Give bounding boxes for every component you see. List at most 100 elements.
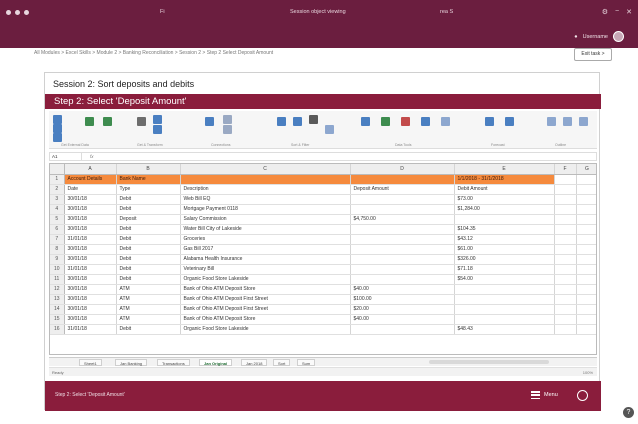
formula-bar[interactable]: A1 fx <box>49 152 597 161</box>
column-header[interactable]: B <box>116 164 181 175</box>
cell[interactable]: 30/01/18 <box>64 254 117 265</box>
sheet-tab[interactable]: Jan Banking <box>115 359 148 366</box>
cell[interactable] <box>576 234 596 245</box>
cell[interactable]: 30/01/18 <box>64 304 117 315</box>
cell[interactable]: Water Bill City of Lakeside <box>180 224 351 235</box>
cell[interactable] <box>554 204 577 215</box>
cell[interactable]: ATM <box>116 304 181 315</box>
row-number[interactable]: 8 <box>50 244 65 255</box>
cell[interactable]: $40.00 <box>350 314 455 325</box>
row-number[interactable]: 9 <box>50 254 65 265</box>
other-sources-icon[interactable] <box>85 117 94 126</box>
cell[interactable]: Description <box>180 184 351 195</box>
cell[interactable]: Bank of Ohio ATM Deposit First Street <box>180 304 351 315</box>
cell[interactable]: $43.12 <box>454 234 555 245</box>
column-header[interactable]: A <box>64 164 117 175</box>
cell[interactable] <box>576 264 596 275</box>
cell[interactable] <box>350 244 455 255</box>
row-number[interactable]: 13 <box>50 294 65 305</box>
cell[interactable]: $326.00 <box>454 254 555 265</box>
cell[interactable]: Veterinary Bill <box>180 264 351 275</box>
cell[interactable]: Bank of Ohio ATM Deposit Store <box>180 314 351 325</box>
cell[interactable]: Groceries <box>180 234 351 245</box>
avatar[interactable] <box>613 31 624 42</box>
cell[interactable] <box>576 224 596 235</box>
cell[interactable] <box>554 284 577 295</box>
cell[interactable]: $73.00 <box>454 194 555 205</box>
cell[interactable]: $100.00 <box>350 294 455 305</box>
cell[interactable]: ATM <box>116 314 181 325</box>
forecast-sheet-icon[interactable] <box>505 117 514 126</box>
help-button[interactable]: ? <box>623 407 634 418</box>
cell[interactable]: $1,284.00 <box>454 204 555 215</box>
cell[interactable] <box>350 234 455 245</box>
cell[interactable] <box>350 174 455 185</box>
column-header[interactable]: E <box>454 164 555 175</box>
cell[interactable]: 30/01/18 <box>64 244 117 255</box>
cell[interactable]: Debit Amount <box>454 184 555 195</box>
cell[interactable] <box>554 224 577 235</box>
cell[interactable] <box>554 194 577 205</box>
settings-gear-icon[interactable] <box>577 390 588 401</box>
cell[interactable] <box>350 254 455 265</box>
existing-connections-icon[interactable] <box>103 117 112 126</box>
minimize-icon[interactable]: − <box>615 8 619 16</box>
row-number[interactable]: 14 <box>50 304 65 315</box>
row-number[interactable]: 12 <box>50 284 65 295</box>
cell[interactable] <box>180 174 351 185</box>
cell[interactable]: ATM <box>116 284 181 295</box>
sheet-tab[interactable]: Jan 2018 <box>241 359 268 366</box>
settings-icon[interactable]: ⚙ <box>602 8 608 16</box>
cell[interactable] <box>350 204 455 215</box>
cell[interactable] <box>576 204 596 215</box>
cell[interactable]: Account Details <box>64 174 117 185</box>
cell[interactable]: Gas Bill 2017 <box>180 244 351 255</box>
cell[interactable]: Date <box>64 184 117 195</box>
close-window-icon[interactable] <box>6 10 11 15</box>
column-header[interactable]: G <box>576 164 596 175</box>
cell[interactable]: Deposit <box>116 214 181 225</box>
zoom-level[interactable]: 100% <box>583 370 593 375</box>
data-validation-icon[interactable] <box>421 117 430 126</box>
minimize-window-icon[interactable] <box>15 10 20 15</box>
cell[interactable] <box>554 304 577 315</box>
select-all-corner[interactable] <box>50 164 65 175</box>
row-number[interactable]: 10 <box>50 264 65 275</box>
from-table-icon[interactable] <box>153 125 162 134</box>
user-menu[interactable]: ● Username <box>574 31 624 42</box>
cell[interactable]: $104.35 <box>454 224 555 235</box>
from-text-icon[interactable] <box>53 133 62 142</box>
sheet-tab[interactable]: Sort <box>273 359 291 366</box>
cell[interactable] <box>576 314 596 325</box>
cell[interactable] <box>554 234 577 245</box>
exit-task-button[interactable]: Exit task > <box>574 48 612 61</box>
sheet-tab[interactable]: Transactions <box>157 359 190 366</box>
connections-icon[interactable] <box>223 115 232 124</box>
text-to-columns-icon[interactable] <box>361 117 370 126</box>
cell[interactable] <box>554 254 577 265</box>
cell[interactable]: Mortgage Payment 0118 <box>180 204 351 215</box>
cell[interactable]: 31/01/18 <box>64 234 117 245</box>
cell[interactable] <box>576 324 596 335</box>
cell[interactable] <box>576 184 596 195</box>
cell[interactable] <box>554 274 577 285</box>
cell[interactable]: Organic Food Store Lakeside <box>180 274 351 285</box>
from-access-icon[interactable] <box>53 115 62 124</box>
cell[interactable] <box>576 294 596 305</box>
cell[interactable]: 31/01/18 <box>64 264 117 275</box>
cell[interactable]: Bank of Ohio ATM Deposit Store <box>180 284 351 295</box>
cell[interactable]: Debit <box>116 224 181 235</box>
column-header[interactable]: C <box>180 164 351 175</box>
row-number[interactable]: 1 <box>50 174 65 185</box>
row-number[interactable]: 6 <box>50 224 65 235</box>
row-number[interactable]: 16 <box>50 324 65 335</box>
cell[interactable] <box>554 324 577 335</box>
maximize-window-icon[interactable] <box>24 10 29 15</box>
row-number[interactable]: 11 <box>50 274 65 285</box>
cell[interactable] <box>576 284 596 295</box>
cell[interactable]: Salary Commission <box>180 214 351 225</box>
row-number[interactable]: 15 <box>50 314 65 325</box>
cell[interactable] <box>576 244 596 255</box>
breadcrumb[interactable]: All Modules > Excel Skills > Module 2 > … <box>34 50 273 56</box>
cell[interactable] <box>554 314 577 325</box>
